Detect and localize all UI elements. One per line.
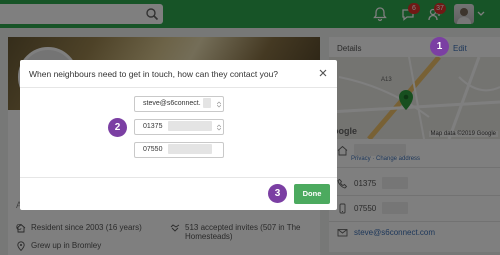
phone2-field[interactable]: 07550 [134, 142, 224, 158]
callout-2: 2 [108, 118, 127, 137]
contact-dialog: When neighbours need to get in touch, ho… [20, 60, 337, 210]
email-field[interactable]: steve@s6connect. [134, 96, 224, 112]
email-field-value: steve@s6connect. [143, 100, 201, 107]
phone1-field-redacted [168, 121, 213, 132]
phone1-field-value: 01375 [143, 123, 163, 130]
phone1-field[interactable]: 01375 [134, 119, 224, 135]
dialog-title: When neighbours need to get in touch, ho… [29, 69, 279, 79]
field-stepper-icon [217, 101, 221, 108]
done-button[interactable]: Done [294, 184, 330, 204]
phone2-field-redacted [168, 144, 213, 155]
phone2-field-value: 07550 [143, 146, 163, 153]
field-stepper-icon [217, 124, 221, 131]
close-icon[interactable] [318, 68, 328, 78]
dialog-header-divider [20, 87, 337, 88]
callout-3: 3 [268, 184, 287, 203]
dialog-footer-divider [20, 177, 337, 178]
email-field-redacted [202, 98, 211, 109]
callout-1: 1 [430, 37, 449, 56]
